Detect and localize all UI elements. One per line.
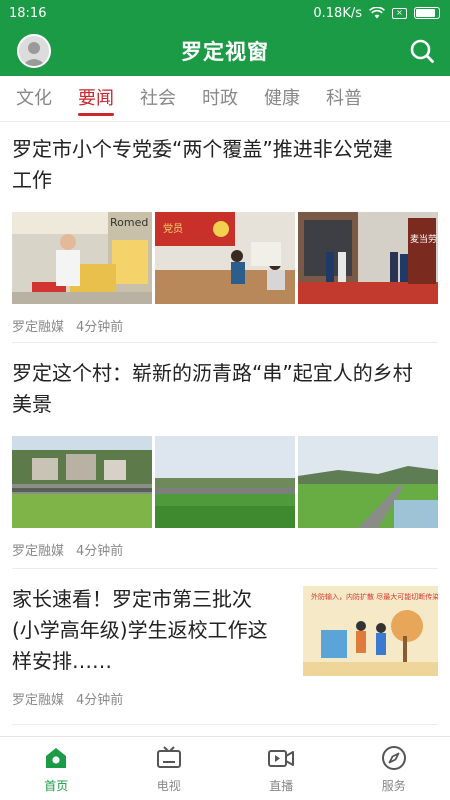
article-time: 4分钟前 [76,320,124,335]
article-source: 罗定融媒 [12,693,65,708]
article-source: 罗定融媒 [12,544,65,559]
bottom-nav: 首页 电视 直播 服务 [0,736,450,800]
tab-headlines[interactable]: 要闻 [78,76,114,122]
status-bar: 18:16 0.18K/s × [0,0,450,26]
nav-label: 首页 [44,779,69,793]
article-card[interactable]: 家长速看！罗定市第三批次 (小学高年级)学生返校工作这 样安排…… 外防输入，内… [12,584,438,708]
tab-science[interactable]: 科普 [326,76,362,122]
article-title-line: 罗定这个村：崭新的沥青路“串”起宜人的乡村 [12,361,413,385]
nav-live[interactable]: 直播 [225,737,338,800]
status-indicators: 0.18K/s × [313,6,440,21]
tv-icon [156,746,181,768]
article-image[interactable]: 党员 [155,212,295,304]
article-image[interactable]: Romed [12,212,152,304]
article-title[interactable]: 家长速看！罗定市第三批次 (小学高年级)学生返校工作这 样安排…… [12,584,294,677]
article-source: 罗定融媒 [12,320,65,335]
article-meta: 罗定融媒 4分钟前 [12,689,438,708]
article-image[interactable]: 麦当劳 [298,212,438,304]
poster-caption-text: 外防输入，内防扩散 尽最大可能切断传染源 [311,592,438,601]
article-title-line: 美景 [12,392,52,416]
nav-tv[interactable]: 电视 [113,737,226,800]
article-time: 4分钟前 [76,693,124,708]
divider [12,342,438,343]
home-icon [46,748,67,768]
article-image[interactable] [12,436,152,528]
tab-health[interactable]: 健康 [264,76,300,122]
tab-politics[interactable]: 时政 [202,76,238,122]
nav-services[interactable]: 服务 [338,737,450,800]
status-time: 18:16 [9,5,47,21]
tab-society[interactable]: 社会 [140,76,176,122]
divider [12,568,438,569]
news-feed: 罗定市小个专党委“两个覆盖”推进非公党建 工作 Romed 党员 麦当劳 罗定融… [0,122,450,736]
nav-label: 服务 [381,779,406,793]
article-title-line: 样安排…… [12,649,112,673]
article-meta: 罗定融媒 4分钟前 [12,316,438,335]
store-sign-text: Romed [110,216,148,229]
article-image[interactable] [155,436,295,528]
wall-sign-text: 党员 [163,222,183,235]
article-image[interactable]: 外防输入，内防扩散 尽最大可能切断传染源 [303,586,438,676]
nav-label: 电视 [156,779,181,793]
avatar[interactable] [17,34,51,68]
nav-home[interactable]: 首页 [0,737,113,800]
store-sign-text: 麦当劳 [410,233,437,245]
article-title-line: 家长速看！罗定市第三批次 [12,587,252,611]
article-title[interactable]: 罗定市小个专党委“两个覆盖”推进非公党建 工作 [12,134,438,196]
article-time: 4分钟前 [76,544,124,559]
nav-label: 直播 [269,779,294,793]
article-meta: 罗定融媒 4分钟前 [12,540,438,559]
app-header: 罗定视窗 [0,26,450,76]
article-title-line: 罗定市小个专党委“两个覆盖”推进非公党建 [12,137,393,161]
compass-icon [381,746,406,770]
article-card[interactable]: 罗定市小个专党委“两个覆盖”推进非公党建 工作 Romed 党员 麦当劳 罗定融… [12,134,438,335]
wifi-icon [369,7,385,19]
article-title[interactable]: 罗定这个村：崭新的沥青路“串”起宜人的乡村 美景 [12,358,438,420]
no-sim-icon: × [392,7,407,19]
tab-culture[interactable]: 文化 [16,76,52,122]
battery-icon [414,7,440,19]
divider [12,724,438,725]
article-title-line: 工作 [12,168,52,192]
article-image[interactable] [298,436,438,528]
article-image-row: Romed 党员 麦当劳 [12,212,438,304]
article-image-row [12,436,438,528]
article-title-line: (小学高年级)学生返校工作这 [12,618,268,642]
network-speed: 0.18K/s [313,5,362,21]
app-title: 罗定视窗 [181,40,269,64]
battery-level [416,9,435,17]
live-video-icon [268,750,295,767]
user-avatar-icon [19,36,49,66]
category-tabs: 文化 要闻 社会 时政 健康 科普 [0,76,450,122]
search-icon[interactable] [408,37,436,65]
article-card[interactable]: 罗定这个村：崭新的沥青路“串”起宜人的乡村 美景 罗定融媒 4分钟前 [12,358,438,559]
